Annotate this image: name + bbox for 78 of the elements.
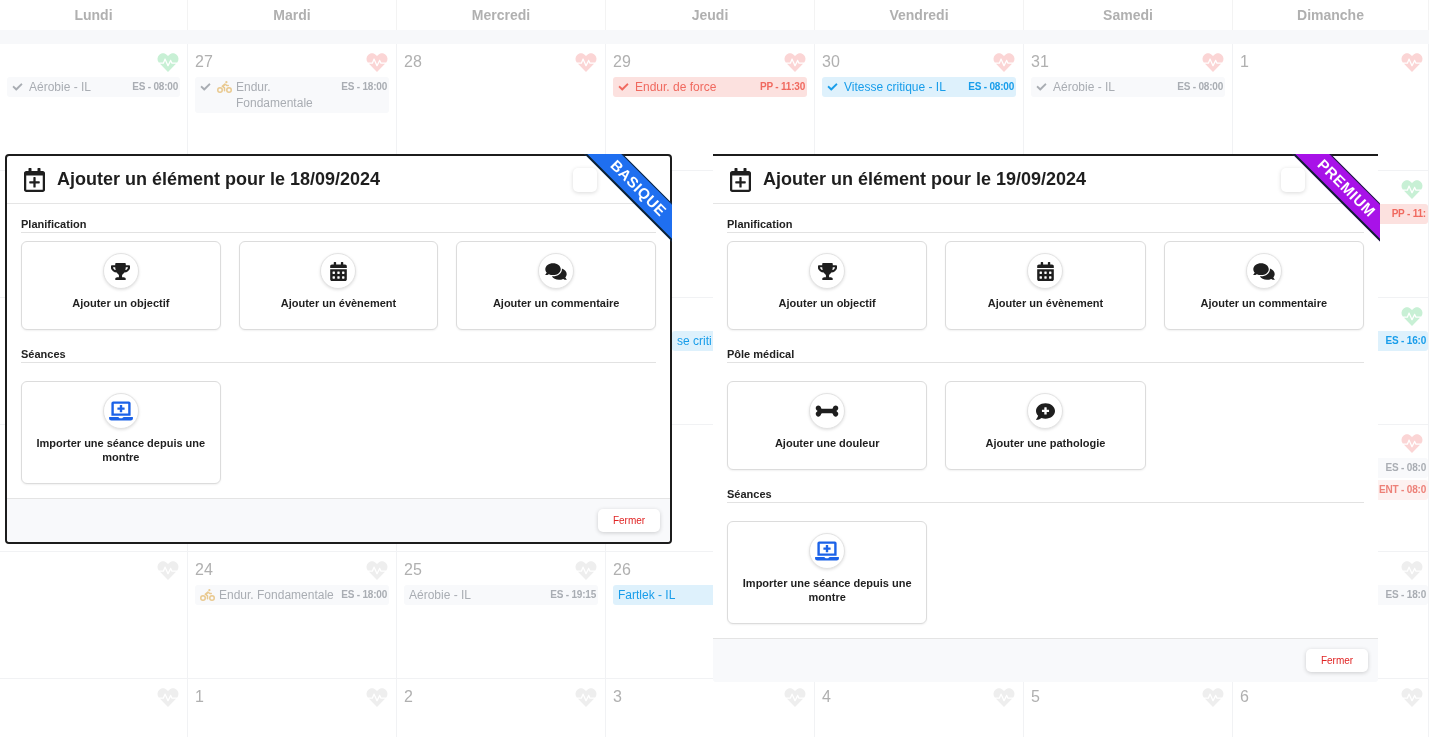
section-title: Planification (21, 218, 87, 230)
day-number: 5 (1031, 687, 1040, 707)
day-name: Mercredi (471, 5, 531, 25)
event-time: ES - 08:0 (1384, 461, 1426, 475)
action-button[interactable]: Importer une séance depuis une montre (727, 521, 928, 624)
section-title: Séances (727, 488, 772, 500)
day-name: Dimanche (1297, 5, 1364, 25)
event-title: se criti (677, 333, 712, 349)
day-number: 1 (1240, 52, 1249, 72)
calendar-plus-icon (730, 167, 751, 192)
event-time: PP - 11: (1390, 207, 1426, 221)
day-number: 2 (404, 687, 413, 707)
day-number: 27 (195, 52, 213, 72)
event-time: ES - 18:0 (1384, 588, 1426, 602)
day-name: Mardi (273, 5, 311, 25)
day-name: Jeudi (691, 5, 729, 25)
header-button[interactable] (573, 167, 597, 192)
action-button[interactable]: Ajouter une pathologie (945, 381, 1146, 470)
day-number: 26 (613, 560, 631, 580)
event-title: Endur. Fondamentale (236, 79, 314, 111)
event-time: ES - 18:00 (340, 80, 387, 94)
event-title: Aérobie - IL (409, 587, 472, 603)
event-time: ES - 08:00 (967, 80, 1014, 94)
action-button[interactable]: Ajouter un évènement (945, 241, 1146, 330)
day-name: Lundi (74, 5, 113, 25)
trophy-icon (809, 253, 846, 289)
action-button[interactable]: Ajouter une douleur (727, 381, 928, 470)
action-button[interactable]: Ajouter un objectif (21, 241, 221, 330)
event-title: Fartlek - IL (618, 587, 676, 603)
day-number: 31 (1031, 52, 1049, 72)
day-number: 28 (404, 52, 422, 72)
event-time: ES - 16:0 (1384, 334, 1426, 348)
section-title: Planification (727, 218, 793, 230)
day-number: 4 (822, 687, 831, 707)
action-button[interactable]: Ajouter un objectif (727, 241, 928, 330)
day-number: 25 (404, 560, 422, 580)
event-time: PP - 11:30 (758, 80, 805, 94)
dialog-title: Ajouter un élément pour le 19/09/2024 (763, 168, 1087, 191)
event-time: ES - 08:00 (131, 80, 178, 94)
laptop-plus-icon (102, 393, 139, 429)
calendar-icon (320, 253, 357, 289)
calendar-icon (1027, 253, 1064, 289)
speech-bubbles-icon (538, 253, 575, 289)
event-title: Endur. de force (635, 79, 717, 95)
close-button[interactable]: Fermer (598, 509, 660, 532)
action-button[interactable]: Importer une séance depuis une montre (21, 381, 221, 484)
action-button[interactable]: Ajouter un commentaire (1163, 241, 1364, 330)
event-time: ES - 08:00 (1176, 80, 1223, 94)
event-title: Aérobie - IL (29, 79, 92, 95)
action-button[interactable]: Ajouter un commentaire (456, 241, 656, 330)
laptop-plus-icon (809, 533, 846, 569)
event-time: ENT - 08:0 (1378, 483, 1426, 497)
close-button[interactable]: Fermer (1306, 649, 1368, 672)
action-button[interactable]: Ajouter un évènement (238, 241, 439, 330)
event-time: ES - 19:15 (549, 588, 596, 602)
speech-bubbles-icon (1245, 253, 1282, 289)
section-title: Pôle médical (727, 348, 795, 360)
calendar-plus-icon (24, 167, 45, 192)
bicycle-icon (217, 80, 232, 94)
day-name: Samedi (1103, 5, 1153, 25)
day-number: 1 (195, 687, 204, 707)
day-number: 29 (613, 52, 631, 72)
header-button[interactable] (1281, 167, 1305, 192)
day-number: 3 (613, 687, 622, 707)
bone-icon (809, 393, 846, 429)
day-number: 6 (1240, 687, 1249, 707)
day-number: 30 (822, 52, 840, 72)
event-time: ES - 18:00 (340, 588, 387, 602)
event-title: Aérobie - IL (1053, 79, 1116, 95)
day-name: Vendredi (889, 5, 949, 25)
event-title: Endur. Fondamentale (219, 587, 334, 603)
trophy-icon (102, 253, 139, 289)
section-title: Séances (21, 348, 66, 360)
bicycle-icon (200, 588, 215, 602)
event-title: Vitesse critique - IL (844, 79, 946, 95)
speech-bubble-plus-icon (1027, 393, 1064, 429)
day-number: 24 (195, 560, 213, 580)
dialog-title: Ajouter un élément pour le 18/09/2024 (57, 168, 381, 191)
